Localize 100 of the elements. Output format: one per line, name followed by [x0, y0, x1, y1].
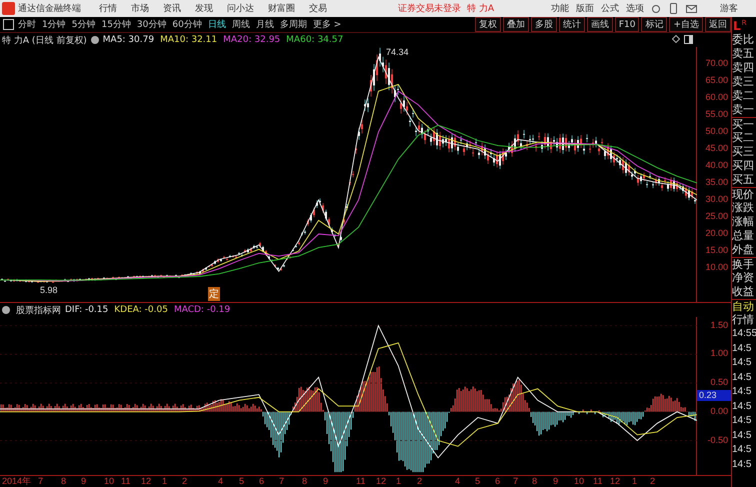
moving-average-value: MA60: 34.57	[286, 35, 344, 45]
date-axis-label: 1	[396, 476, 402, 486]
quote-field-label: 净资	[732, 271, 755, 285]
chart-title: 特 力A (日线 前复权)	[2, 34, 87, 46]
toolbar-button[interactable]: 统计	[558, 17, 585, 32]
period-tab[interactable]: 分时	[18, 18, 36, 31]
period-tab[interactable]: 周线	[232, 18, 250, 31]
price-axis-label: 60.00	[705, 92, 728, 102]
menu-item[interactable]: 市场	[131, 2, 149, 15]
phone-icon[interactable]	[670, 3, 677, 14]
date-axis-label: 9	[323, 476, 328, 486]
date-axis-label: 4	[455, 476, 460, 486]
period-tab[interactable]: 30分钟	[136, 18, 166, 31]
menu-item[interactable]: 功能	[551, 2, 569, 15]
date-axis-label: 9	[81, 476, 86, 486]
price-axis-label: 10.00	[705, 262, 728, 272]
moving-average-value: MA5: 30.79	[102, 35, 154, 45]
period-tab[interactable]: 1分钟	[42, 18, 66, 31]
toolbar-button[interactable]: 多股	[530, 17, 557, 32]
indicator-value: DIF: -0.15	[65, 305, 108, 315]
menu-item[interactable]: 版面	[576, 2, 594, 15]
indicator-value: KDEA: -0.05	[114, 305, 168, 315]
indicator-axis-label: 0.50	[710, 377, 728, 388]
period-tab[interactable]: 日线	[208, 18, 226, 31]
quote-field-label: 卖一	[732, 103, 755, 117]
date-axis-label: 7	[279, 476, 284, 486]
window-icon[interactable]	[3, 19, 14, 30]
menu-item[interactable]: 交易	[309, 2, 327, 15]
circle-icon[interactable]	[90, 36, 99, 44]
menu-item[interactable]: 行情	[99, 2, 117, 15]
period-tab[interactable]: 多周期	[280, 18, 307, 31]
quote-field-label: 现价	[732, 187, 756, 201]
price-axis-label: 55.00	[705, 109, 728, 119]
quote-field-label: 涨幅	[732, 215, 755, 229]
date-axis-label: 8	[302, 476, 308, 486]
toolbar-button[interactable]: 标记	[641, 17, 668, 32]
toolbar-button[interactable]: 复权	[474, 17, 501, 32]
date-axis-label: 12	[610, 476, 620, 486]
quote-field-label: 涨跌	[732, 201, 755, 215]
circle-icon[interactable]	[2, 306, 10, 314]
mode-label[interactable]: 自动	[732, 299, 756, 313]
quote-field-label: 收益	[732, 285, 755, 299]
toolbar-button[interactable]: 画线	[586, 17, 613, 32]
date-axis-label: 9	[553, 476, 558, 486]
toolbar-button[interactable]: 叠加	[502, 17, 529, 32]
indicator-axis-label: 1.00	[710, 348, 728, 358]
date-axis-label: 2014年	[2, 476, 32, 486]
date-axis-label: 4	[218, 476, 224, 486]
date-axis-label: 2	[417, 476, 422, 486]
period-tab[interactable]: 月线	[256, 18, 274, 31]
event-marker[interactable]: 定	[208, 287, 220, 301]
trade-time: 14:5	[732, 400, 752, 414]
toolbar-button[interactable]: F10	[614, 17, 640, 32]
date-axis-label: 11	[121, 476, 130, 486]
trade-time: 14:5	[732, 414, 752, 428]
menu-item[interactable]: 问小达	[227, 2, 254, 15]
quote-field-label: 卖五	[732, 47, 755, 61]
price-axis-label: 40.00	[705, 160, 728, 170]
low-price-label: 5.98	[40, 285, 58, 295]
period-tab[interactable]: 15分钟	[101, 18, 131, 31]
price-axis-label: 65.00	[705, 75, 728, 85]
menu-item[interactable]: 公式	[601, 2, 619, 15]
quote-field-label: 卖二	[732, 89, 755, 103]
price-axis-label: 25.00	[705, 211, 728, 221]
period-tab[interactable]: 更多 >	[312, 18, 342, 31]
price-axis-label: 50.00	[705, 126, 728, 136]
date-axis-label: 11	[593, 476, 602, 486]
price-axis-label: 30.00	[705, 194, 728, 204]
trade-time: 14:5	[732, 356, 752, 370]
quote-field-label: 总量	[732, 229, 755, 243]
trade-time: 14:5	[732, 385, 752, 399]
indicator-value: MACD: -0.19	[174, 305, 230, 315]
diamond-icon[interactable]	[672, 35, 680, 43]
menu-item[interactable]: 资讯	[163, 2, 181, 15]
panel-icon[interactable]	[684, 35, 693, 44]
envelope-icon[interactable]	[686, 4, 697, 12]
date-axis-label: 6	[495, 476, 500, 486]
quote-field-label: 买三	[732, 145, 755, 159]
quote-field-label: 卖三	[732, 75, 755, 89]
menu-item[interactable]: 财富圈	[268, 2, 295, 15]
toolbar-button[interactable]: +自选	[669, 17, 703, 32]
moving-average-value: MA20: 32.95	[223, 35, 280, 45]
menu-item[interactable]: 选项	[626, 2, 644, 15]
quote-field-label: 买四	[732, 159, 755, 173]
date-axis-label: 12	[376, 476, 386, 486]
date-axis-label: 8	[61, 476, 66, 486]
period-tab[interactable]: 5分钟	[72, 18, 96, 31]
price-axis-label: 35.00	[705, 177, 728, 187]
toolbar-button[interactable]: 返回	[705, 17, 731, 32]
indicator-axis-label: 0.00	[710, 406, 728, 416]
date-axis-label: 8	[532, 476, 538, 486]
current-value-label: 0.23	[697, 390, 731, 401]
date-axis-label: 2	[650, 476, 656, 486]
user-name[interactable]: 游客	[720, 2, 738, 15]
logo-letter: L	[733, 20, 741, 33]
trade-time: 14:5	[732, 458, 752, 472]
date-axis-label: 1	[632, 476, 638, 486]
menu-item[interactable]: 发现	[195, 2, 213, 15]
trade-time: 14:5	[732, 443, 752, 457]
period-tab[interactable]: 60分钟	[172, 18, 202, 31]
